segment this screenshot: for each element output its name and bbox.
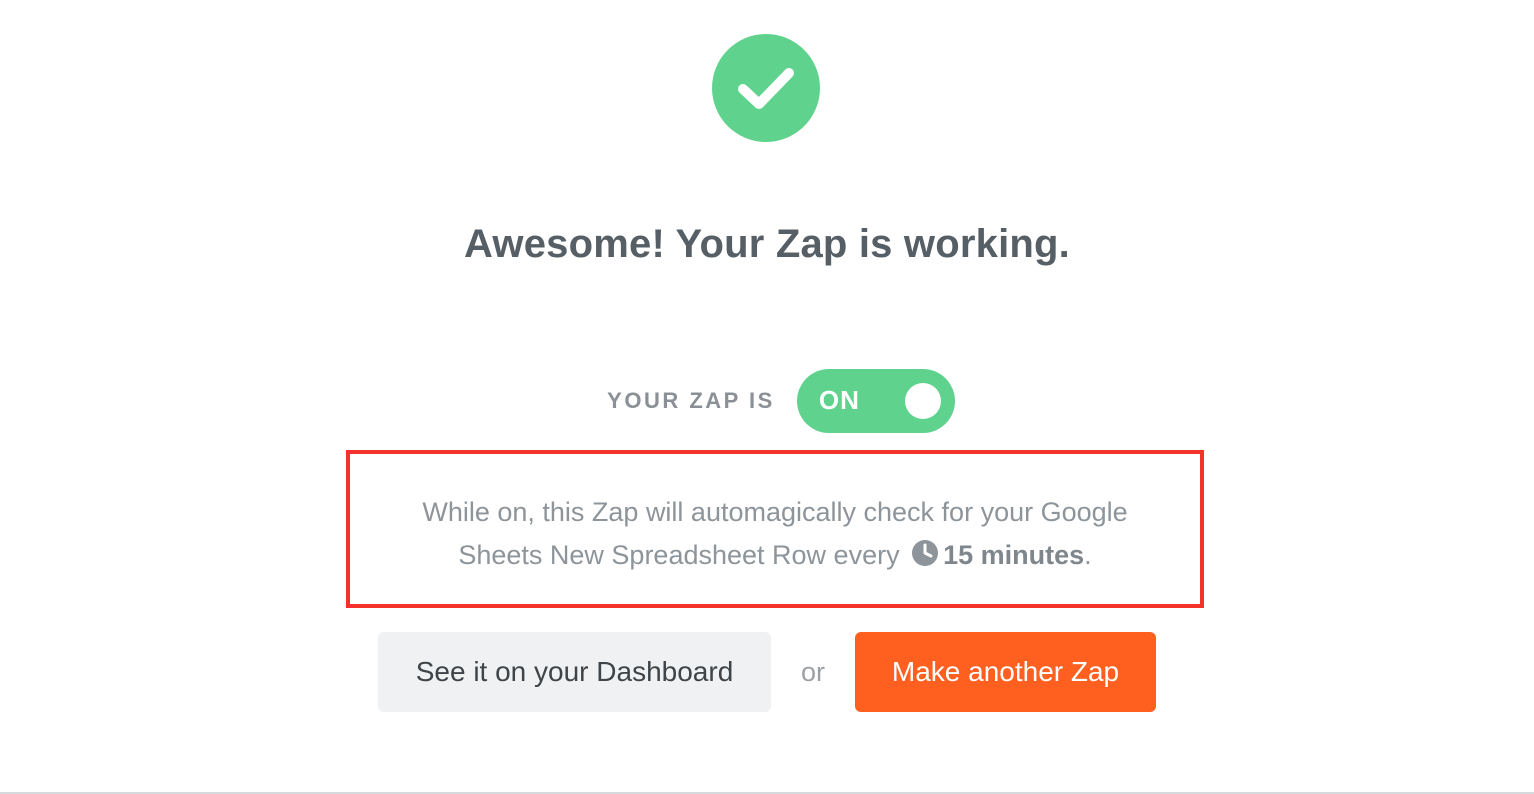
status-label: YOUR ZAP IS — [607, 388, 775, 413]
info-suffix: . — [1084, 540, 1092, 570]
make-another-zap-button[interactable]: Make another Zap — [855, 632, 1156, 712]
polling-info-text: While on, this Zap will automagically ch… — [350, 491, 1200, 580]
zap-status-row: YOUR ZAP IS ON — [0, 369, 1534, 433]
polling-info-highlight: While on, this Zap will automagically ch… — [346, 450, 1204, 608]
zap-on-toggle[interactable]: ON — [796, 369, 955, 433]
success-check-icon — [712, 34, 820, 142]
polling-interval: 15 minutes — [943, 540, 1085, 570]
action-row: See it on your Dashboard or Make another… — [0, 632, 1534, 712]
info-line-1: While on, this Zap will automagically ch… — [422, 497, 1128, 527]
dashboard-button[interactable]: See it on your Dashboard — [378, 632, 771, 712]
clock-icon — [911, 537, 939, 580]
toggle-knob — [904, 383, 941, 419]
toggle-label: ON — [818, 385, 860, 415]
page-title: Awesome! Your Zap is working. — [464, 222, 1070, 266]
zap-success-page: Awesome! Your Zap is working. YOUR ZAP I… — [0, 0, 1534, 794]
info-line-2-prefix: Sheets New Spreadsheet Row every — [458, 540, 908, 570]
check-icon — [738, 68, 794, 109]
or-separator: or — [800, 656, 825, 687]
info-line-2: Sheets New Spreadsheet Row every 15 minu… — [350, 534, 1200, 580]
